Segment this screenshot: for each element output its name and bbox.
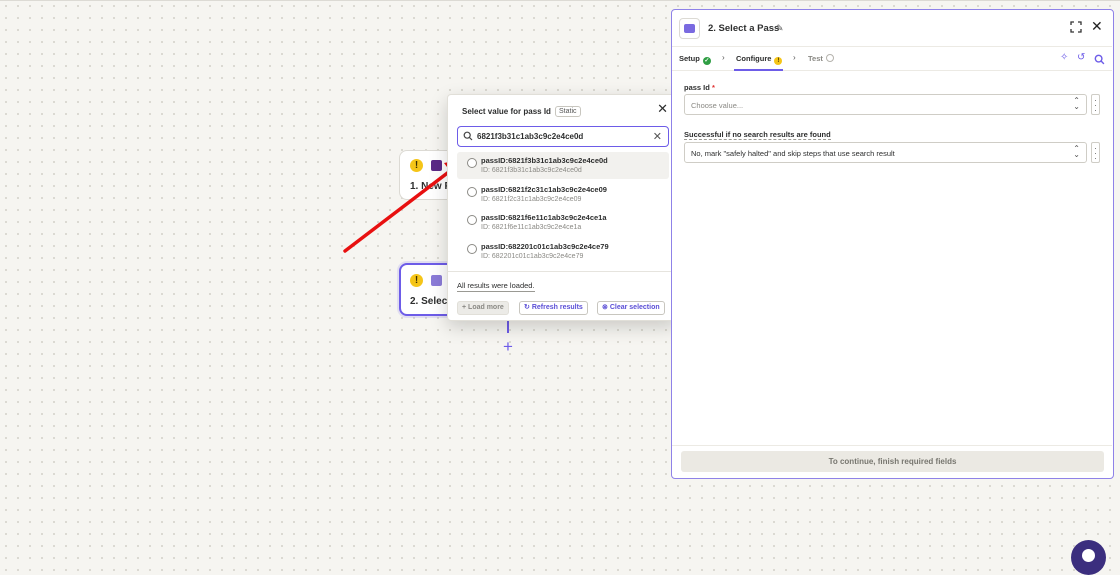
search-icon (463, 131, 473, 141)
popup-title: Select value for pass Id (462, 107, 551, 116)
add-step-button[interactable]: + (503, 338, 513, 355)
kebab-icon[interactable]: · · · (1091, 94, 1100, 115)
footer-divider (672, 445, 1112, 446)
panel-header: 2. Select a Pass ✎ ✕ (672, 10, 1112, 47)
search-input[interactable] (477, 130, 647, 143)
option-id: ID: 6821f2c31c1ab3c9c2e4ce09 (481, 196, 582, 203)
option-label: passID:6821f3b31c1ab3c9c2e4ce0d (481, 156, 608, 165)
option-id: ID: 6821f3b31c1ab3c9c2e4ce0d (481, 167, 582, 174)
option-label: passID:6821f6e11c1ab3c9c2e4ce1a (481, 213, 607, 222)
clear-selection-button[interactable]: ⊗ Clear selection (597, 301, 665, 315)
pass-id-placeholder: Choose value... (691, 101, 744, 110)
tab-setup-label: Setup (679, 54, 700, 63)
panel-tabs: Setup ✓ › Configure! › Test ✧ ↺ (672, 48, 1112, 71)
step-config-panel: 2. Select a Pass ✎ ✕ Setup ✓ › Configure!… (671, 9, 1114, 479)
popup-divider (448, 271, 676, 272)
connector-line (507, 321, 509, 333)
check-circle-icon: ✓ (702, 57, 711, 65)
radio-button[interactable] (467, 215, 477, 225)
app-icon (431, 275, 442, 286)
success-value: No, mark "safely halted" and skip steps … (691, 149, 895, 158)
x-circle-icon: ⊗ (602, 304, 608, 311)
step-2-title: 2. Selec (410, 296, 448, 307)
panel-title: 2. Select a Pass (708, 23, 780, 34)
app-icon (679, 18, 700, 39)
option-label: passID:6821f2c31c1ab3c9c2e4ce09 (481, 185, 607, 194)
close-icon[interactable]: ✕ (657, 101, 668, 117)
radio-button[interactable] (467, 158, 477, 168)
warning-icon: ! (774, 57, 783, 65)
list-item[interactable]: passID:6821f2c31c1ab3c9c2e4ce09 ID: 6821… (457, 181, 669, 208)
search-field[interactable]: ✕ (457, 126, 669, 147)
expand-icon[interactable] (1070, 21, 1082, 33)
sparkle-icon[interactable]: ✧ (1060, 52, 1068, 63)
kebab-icon[interactable]: · · · (1091, 142, 1100, 163)
pass-id-label-text: pass Id (684, 83, 710, 92)
load-more-label: Load more (468, 304, 504, 311)
tab-test-label: Test (808, 54, 823, 63)
chevron-updown-icon: ⌃ ⌄ (1073, 96, 1080, 111)
continue-button[interactable]: To continue, finish required fields (681, 451, 1104, 472)
close-icon[interactable]: ✕ (1091, 18, 1103, 35)
static-badge: Static (555, 106, 581, 117)
success-label: Successful if no search results are foun… (684, 130, 831, 140)
select-value-popup: Select value for pass Id Static ✕ ✕ pass… (447, 94, 677, 321)
clear-icon[interactable]: ✕ (653, 130, 662, 143)
pass-id-label: pass Id * (684, 83, 715, 92)
undo-icon[interactable]: ↺ (1077, 52, 1085, 63)
pass-id-select[interactable]: Choose value... ⌃ ⌄ (684, 94, 1087, 115)
active-tab-indicator (734, 69, 783, 71)
chevron-right-icon: › (722, 53, 725, 62)
radio-button[interactable] (467, 187, 477, 197)
load-status: All results were loaded. (457, 281, 535, 292)
pencil-icon[interactable]: ✎ (776, 23, 784, 34)
refresh-label: Refresh results (531, 304, 583, 311)
help-button[interactable] (1071, 540, 1106, 575)
tab-configure[interactable]: Configure! (736, 54, 783, 65)
warning-icon: ! (410, 274, 423, 287)
required-mark: * (711, 83, 715, 92)
load-more-button[interactable]: + Load more (457, 301, 509, 315)
clear-selection-label: Clear selection (609, 304, 660, 311)
option-id: ID: 6821f6e11c1ab3c9c2e4ce1a (481, 224, 582, 231)
tab-setup[interactable]: Setup ✓ (679, 54, 711, 65)
chevron-right-icon: › (793, 53, 796, 62)
option-label: passID:682201c01c1ab3c9c2e4ce79 (481, 242, 609, 251)
refresh-results-button[interactable]: ↻ Refresh results (519, 301, 588, 315)
success-select[interactable]: No, mark "safely halted" and skip steps … (684, 142, 1087, 163)
list-item[interactable]: passID:6821f6e11c1ab3c9c2e4ce1a ID: 6821… (457, 209, 669, 236)
tab-configure-label: Configure (736, 54, 772, 63)
plus-icon: + (462, 304, 467, 311)
tab-test[interactable]: Test (808, 54, 834, 63)
option-id: ID: 682201c01c1ab3c9c2e4ce79 (481, 253, 584, 260)
chevron-updown-icon: ⌃ ⌄ (1073, 144, 1080, 159)
refresh-icon: ↻ (524, 304, 530, 311)
help-icon (1082, 549, 1095, 562)
list-item[interactable]: passID:682201c01c1ab3c9c2e4ce79 ID: 6822… (457, 238, 669, 265)
top-divider (0, 0, 1120, 1)
pending-icon (825, 54, 834, 62)
list-item[interactable]: passID:6821f3b31c1ab3c9c2e4ce0d ID: 6821… (457, 152, 669, 179)
radio-button[interactable] (467, 244, 477, 254)
search-icon[interactable] (1094, 54, 1105, 65)
